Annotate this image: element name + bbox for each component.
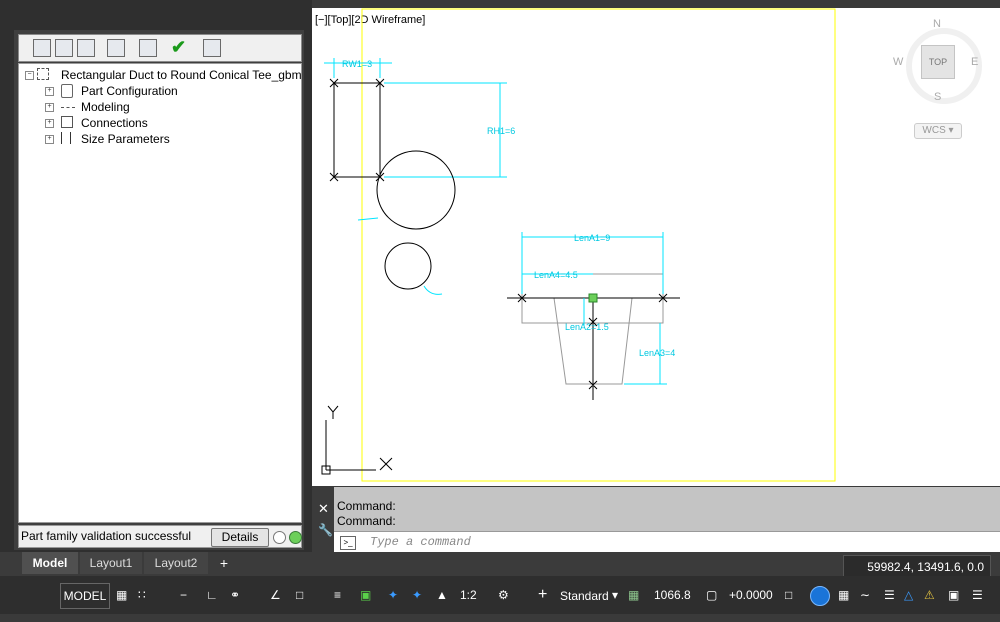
part-builder-toolbar: ✔ (18, 34, 302, 62)
lena4-label: LenA4=4.5 (534, 270, 578, 280)
command-prompt-icon[interactable]: >_ (340, 536, 356, 550)
expand-icon[interactable]: + (45, 87, 54, 96)
rh1-label: RH1=6 (487, 126, 515, 136)
isodraft-icon[interactable]: ∠ (270, 582, 281, 608)
details-button[interactable]: Details (211, 528, 269, 547)
status-indicator-icon (273, 531, 286, 544)
collapse-icon[interactable]: − (25, 71, 34, 80)
lena1-label: LenA1=9 (574, 233, 610, 243)
validation-status-bar: Part family validation successful Detail… (18, 525, 302, 548)
scale-selector[interactable]: 1:2 (460, 582, 477, 608)
workspace-icon[interactable]: □ (785, 582, 792, 608)
validate-checkmark-icon[interactable]: ✔ (171, 37, 186, 58)
configuration-icon (61, 84, 73, 98)
customize-icon[interactable]: ☰ (972, 582, 983, 608)
tree-item-part-configuration[interactable]: Part Configuration (81, 83, 178, 99)
tree-item-size-parameters[interactable]: Size Parameters (81, 131, 170, 147)
wcs-label: WCS (922, 125, 946, 136)
part-tree: − Rectangular Duct to Round Conical Tee_… (18, 63, 302, 523)
auto-scale-icon[interactable]: ✦ (412, 582, 422, 608)
command-history-line: Command: (337, 499, 396, 513)
drawing-viewport[interactable]: [−][Top][2D Wireframe] RW1=3 RH1=6 LenA1… (312, 8, 1000, 486)
elevation-icon: ▦ (628, 588, 640, 602)
tab-model[interactable]: Model (22, 552, 78, 574)
validation-message: Part family validation successful (21, 529, 192, 543)
expand-icon[interactable]: + (45, 103, 54, 112)
add-layout-button[interactable]: + (212, 552, 236, 574)
ortho-icon[interactable]: ∟ (206, 582, 218, 608)
infer-constraints-icon[interactable]: − (180, 582, 187, 608)
sheet-boundary (361, 8, 836, 482)
chevron-down-icon[interactable]: ▾ (612, 582, 618, 608)
image-icon[interactable] (139, 39, 157, 57)
close-icon[interactable]: ✕ (318, 501, 329, 517)
style-selector[interactable]: Standard (560, 584, 620, 608)
compass-south[interactable]: S (934, 91, 941, 103)
insertion-point-marker (588, 293, 598, 303)
expand-icon[interactable]: + (45, 119, 54, 128)
wrench-icon[interactable]: 🔧 (318, 523, 333, 537)
hardware-acceleration-icon[interactable] (810, 586, 830, 606)
drawing-svg: RW1=3 RH1=6 LenA1=9 LenA4=4.5 LenA2=1.5 … (321, 8, 836, 482)
polar-icon[interactable]: ⚭ (230, 582, 240, 608)
command-window-grip[interactable] (312, 487, 334, 552)
object-snap-icon[interactable]: □ (296, 582, 303, 608)
tree-root[interactable]: Rectangular Duct to Round Conical Tee_gb… (61, 67, 302, 83)
new-part-icon[interactable] (33, 39, 51, 57)
large-circle (376, 150, 456, 230)
cube-icon: ▢ (706, 588, 718, 602)
tree-item-modeling[interactable]: Modeling (81, 99, 130, 115)
lena3-label: LenA3=4 (639, 348, 675, 358)
compass-north[interactable]: N (933, 18, 941, 30)
save-part-icon[interactable] (77, 39, 95, 57)
command-input-bar[interactable]: >_ Type a command (334, 531, 1000, 553)
grid-icon[interactable]: ▦ (116, 582, 127, 608)
rect-duct-outline (333, 82, 381, 178)
elevation-value[interactable]: 1066.8 (654, 582, 691, 608)
plus-icon[interactable]: + (538, 582, 547, 608)
circle-leaders (357, 217, 443, 295)
selection-cycling-icon[interactable]: ▣ (360, 582, 371, 608)
lineweight-icon[interactable]: ≡ (334, 582, 341, 608)
compass-west[interactable]: W (893, 56, 903, 68)
properties-icon[interactable] (203, 39, 221, 57)
command-input[interactable]: Type a command (370, 535, 471, 549)
compass-east[interactable]: E (971, 56, 978, 68)
properties-icon[interactable]: ☰ (884, 582, 895, 608)
clean-screen-icon[interactable]: ⚠ (924, 582, 935, 608)
annotation-scale-icon[interactable]: ▲ (436, 582, 448, 608)
tab-layout1[interactable]: Layout1 (80, 552, 142, 574)
graph-icon[interactable]: ∼ (860, 582, 870, 608)
isolate-objects-icon[interactable]: ▦ (838, 582, 849, 608)
tree-item-connections[interactable]: Connections (81, 115, 148, 131)
rw1-label: RW1=3 (342, 59, 372, 69)
small-circle (384, 242, 432, 290)
modeling-icon (61, 107, 75, 110)
command-history-line: Command: (337, 514, 396, 528)
lena2-label: LenA2=1.5 (565, 322, 609, 332)
ucs-icon (321, 405, 393, 475)
connections-icon (61, 116, 73, 128)
fullscreen-icon[interactable]: ▣ (948, 582, 959, 608)
viewcube-top-face[interactable]: TOP (921, 45, 955, 79)
snap-icon[interactable]: ∷ (138, 582, 146, 608)
size-parameters-icon (61, 132, 71, 144)
open-part-icon[interactable] (55, 39, 73, 57)
offset-value[interactable]: +0.0000 (729, 582, 773, 608)
status-ok-icon (289, 531, 302, 544)
part-icon (37, 68, 49, 80)
expand-icon[interactable]: + (45, 135, 54, 144)
gear-icon[interactable]: ⚙ (498, 582, 509, 608)
rect-corner-markers (329, 78, 385, 182)
command-window: ✕ 🔧 Command: Command: >_ Type a command (312, 487, 1000, 553)
tab-layout2[interactable]: Layout2 (144, 552, 208, 574)
add-parameter-icon[interactable] (107, 39, 125, 57)
surface-icon[interactable]: △ (904, 582, 913, 608)
viewcube[interactable]: TOP N S E W (893, 18, 982, 108)
wcs-menu[interactable]: WCS ▾ (914, 123, 962, 139)
model-space-button[interactable]: MODEL (60, 583, 110, 609)
annotation-visibility-icon[interactable]: ✦ (388, 582, 398, 608)
